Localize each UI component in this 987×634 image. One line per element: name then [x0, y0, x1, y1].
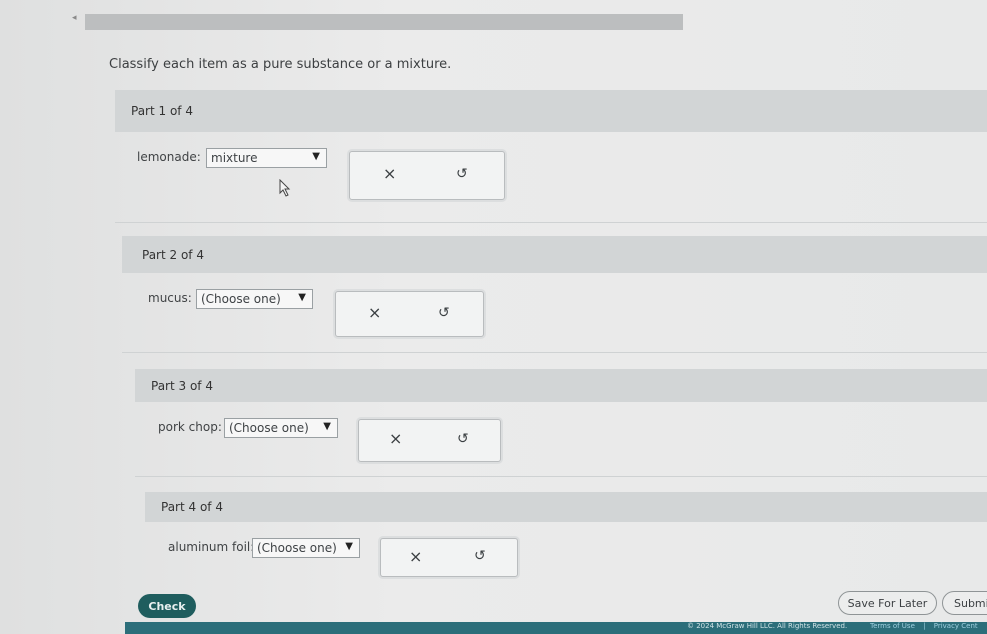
save-for-later-button[interactable]: Save For Later [838, 591, 937, 615]
page: ◂ Classify each item as a pure substance… [0, 0, 987, 634]
part-1-select-value: mixture [211, 151, 258, 165]
privacy-center-link[interactable]: Privacy Cent [934, 622, 978, 630]
part-2-select-value: (Choose one) [201, 292, 281, 306]
clear-icon[interactable]: × [368, 303, 381, 322]
dropdown-arrow-icon: ▼ [298, 292, 306, 303]
copyright-text: © 2024 McGraw Hill LLC. All Rights Reser… [687, 622, 848, 630]
part-3-select-value: (Choose one) [229, 421, 309, 435]
part-1-header: Part 1 of 4 [115, 90, 987, 132]
clear-icon[interactable]: × [383, 164, 396, 183]
footer-links: Terms of Use | Privacy Cent [870, 622, 978, 630]
undo-icon[interactable]: ↺ [438, 305, 450, 321]
part-3-title: Part 3 of 4 [135, 369, 987, 402]
part-4-action-box: × ↺ [380, 538, 518, 577]
clear-icon[interactable]: × [409, 547, 422, 566]
part-4-select[interactable]: (Choose one) ▼ [252, 538, 360, 558]
part-2-header: Part 2 of 4 [122, 236, 987, 273]
part-2-title: Part 2 of 4 [122, 236, 987, 273]
dropdown-arrow-icon: ▼ [323, 421, 331, 432]
part-2-select[interactable]: (Choose one) ▼ [196, 289, 313, 309]
mouse-cursor-icon [279, 179, 291, 197]
part-2-item-label: mucus: [148, 291, 192, 305]
back-arrow-icon[interactable]: ◂ [72, 13, 77, 23]
part-4-title: Part 4 of 4 [145, 492, 987, 522]
part-1-select[interactable]: mixture ▼ [206, 148, 327, 168]
undo-icon[interactable]: ↺ [456, 166, 468, 182]
part-4-item-label: aluminum foil: [168, 540, 255, 554]
footer-bar: © 2024 McGraw Hill LLC. All Rights Reser… [125, 622, 987, 634]
dropdown-arrow-icon: ▼ [312, 151, 320, 162]
part-2-separator [122, 352, 987, 353]
question-prompt: Classify each item as a pure substance o… [109, 57, 452, 72]
submit-button[interactable]: Submi [942, 591, 987, 615]
part-1-action-box: × ↺ [349, 151, 505, 200]
part-2-action-box: × ↺ [335, 291, 484, 337]
part-3-item-label: pork chop: [158, 420, 222, 434]
terms-of-use-link[interactable]: Terms of Use [870, 622, 915, 630]
undo-icon[interactable]: ↺ [457, 431, 469, 447]
undo-icon[interactable]: ↺ [474, 548, 486, 564]
part-3-select[interactable]: (Choose one) ▼ [224, 418, 338, 438]
footer-divider: | [923, 622, 926, 630]
part-3-action-box: × ↺ [358, 419, 501, 462]
check-button[interactable]: Check [138, 594, 196, 618]
dropdown-arrow-icon: ▼ [345, 541, 353, 552]
clear-icon[interactable]: × [389, 429, 402, 448]
part-4-select-value: (Choose one) [257, 541, 337, 555]
part-1-title: Part 1 of 4 [115, 90, 987, 132]
part-3-header: Part 3 of 4 [135, 369, 987, 402]
part-1-separator [115, 222, 987, 223]
top-progress-strip [85, 14, 683, 30]
part-3-separator [135, 476, 987, 477]
part-1-item-label: lemonade: [137, 150, 201, 164]
part-4-header: Part 4 of 4 [145, 492, 987, 522]
